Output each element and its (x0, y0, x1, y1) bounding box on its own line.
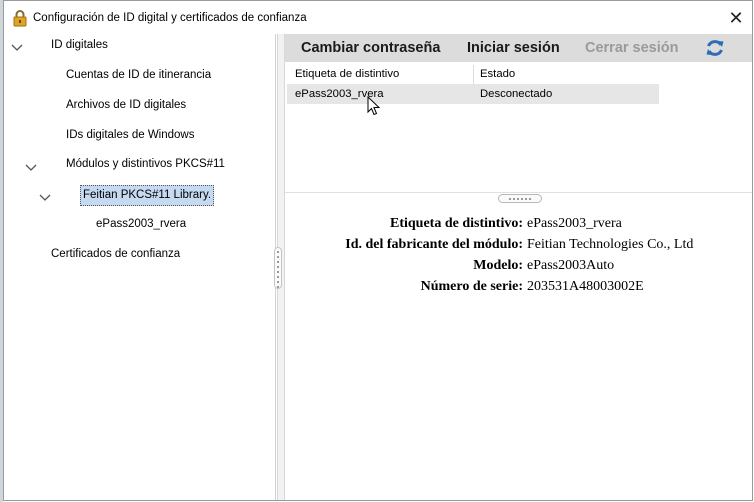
tree-item-digital-id-files[interactable]: Archivos de ID digitales (66, 99, 186, 111)
detail-label: Etiqueta de distintivo: (389, 216, 523, 231)
detail-value: ePass2003_rvera (527, 216, 622, 231)
table-row[interactable]: ePass2003_rvera Desconectado (287, 85, 659, 104)
detail-label: Id. del fabricante del módulo: (345, 237, 523, 252)
detail-row: Modelo: ePass2003Auto (285, 258, 752, 278)
chevron-down-icon[interactable] (23, 160, 39, 176)
detail-label: Modelo: (473, 258, 523, 273)
detail-value: Feitian Technologies Co., Ltd (527, 237, 694, 252)
lock-icon (13, 10, 27, 27)
tree-item-pkcs11-modules[interactable]: Módulos y distintivos PKCS#11 (66, 158, 225, 170)
tree-item-token[interactable]: ePass2003_rvera (96, 218, 186, 230)
change-password-button[interactable]: Cambiar contraseña (301, 40, 440, 56)
window-title: Configuración de ID digital y certificad… (33, 12, 307, 24)
login-button[interactable]: Iniciar sesión (467, 40, 560, 56)
column-header[interactable]: Etiqueta de distintivo (295, 68, 399, 80)
token-table: Etiqueta de distintivo Estado ePass2003_… (287, 65, 659, 104)
detail-row: Etiqueta de distintivo: ePass2003_rvera (285, 216, 752, 236)
tree-item-feitian-library[interactable]: Feitian PKCS#11 Library. (80, 185, 215, 206)
table-header: Etiqueta de distintivo Estado (287, 65, 659, 85)
chevron-down-icon[interactable] (9, 40, 25, 56)
tree-item-windows-ids[interactable]: IDs digitales de Windows (66, 129, 194, 141)
logout-button[interactable]: Cerrar sesión (585, 40, 679, 56)
table-cell-status: Desconectado (480, 88, 553, 100)
tree-item-digital-ids[interactable]: ID digitales (51, 39, 108, 51)
column-header[interactable]: Estado (480, 68, 515, 80)
horizontal-splitter[interactable] (285, 192, 752, 193)
title-bar: Configuración de ID digital y certificad… (4, 1, 752, 34)
close-icon[interactable]: ✕ (724, 7, 748, 29)
column-divider[interactable] (473, 65, 474, 84)
detail-value: 203531A48003002E (527, 279, 644, 294)
tree-item-roaming-accounts[interactable]: Cuentas de ID de itinerancia (66, 69, 211, 81)
detail-label: Número de serie: (420, 279, 523, 294)
chevron-down-icon[interactable] (37, 190, 53, 206)
digital-id-settings-dialog: Configuración de ID digital y certificad… (3, 0, 753, 501)
detail-row: Número de serie: 203531A48003002E (285, 279, 752, 299)
detail-value: ePass2003Auto (527, 258, 615, 273)
toolbar: Cambiar contraseña Iniciar sesión Cerrar… (285, 34, 752, 62)
detail-row: Id. del fabricante del módulo: Feitian T… (285, 237, 752, 257)
token-panel: Cambiar contraseña Iniciar sesión Cerrar… (285, 34, 752, 500)
tree-item-trusted-certificates[interactable]: Certificados de confianza (51, 248, 180, 260)
refresh-icon[interactable] (704, 37, 726, 59)
mouse-cursor-icon (367, 96, 381, 116)
horizontal-splitter-handle[interactable] (498, 194, 542, 203)
splitter-handle[interactable] (274, 247, 282, 289)
navigation-tree: ID digitales Cuentas de ID de itineranci… (4, 34, 276, 500)
